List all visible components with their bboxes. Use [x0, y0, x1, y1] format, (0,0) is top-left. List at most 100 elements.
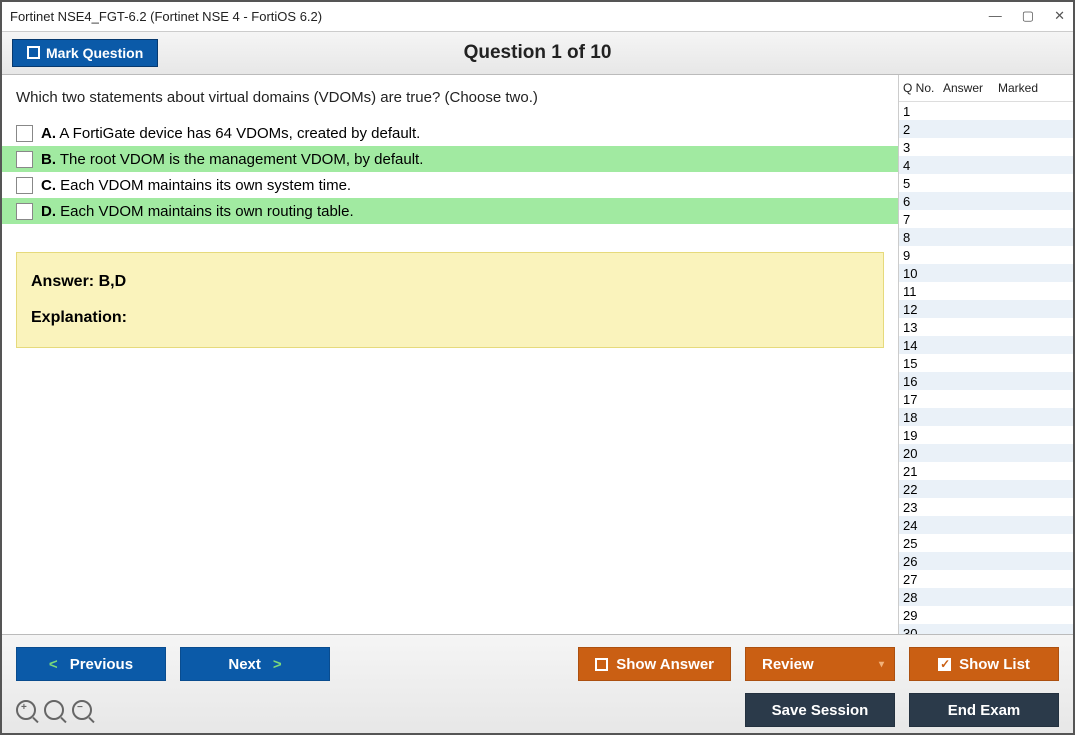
question-list-row[interactable]: 6	[899, 192, 1073, 210]
show-answer-label: Show Answer	[616, 656, 714, 673]
zoom-controls: + −	[16, 700, 92, 720]
question-number: 16	[899, 374, 939, 389]
question-list-row[interactable]: 10	[899, 264, 1073, 282]
choice-checkbox[interactable]	[16, 125, 33, 142]
previous-button[interactable]: Previous	[16, 647, 166, 681]
question-number: 24	[899, 518, 939, 533]
choice-row[interactable]: B. The root VDOM is the management VDOM,…	[2, 146, 898, 172]
question-text: Which two statements about virtual domai…	[2, 89, 898, 120]
end-exam-button[interactable]: End Exam	[909, 693, 1059, 727]
question-heading: Question 1 of 10	[2, 42, 1073, 64]
question-list[interactable]: 1234567891011121314151617181920212223242…	[899, 102, 1073, 634]
question-list-row[interactable]: 21	[899, 462, 1073, 480]
question-number: 2	[899, 122, 939, 137]
review-dropdown[interactable]: Review	[745, 647, 895, 681]
close-icon[interactable]: ✕	[1054, 8, 1065, 24]
question-list-row[interactable]: 18	[899, 408, 1073, 426]
footer: Previous Next Show Answer Review Show Li…	[2, 634, 1073, 733]
question-list-row[interactable]: 11	[899, 282, 1073, 300]
show-answer-button[interactable]: Show Answer	[578, 647, 731, 681]
minimize-icon[interactable]: —	[989, 8, 1002, 24]
explanation-label: Explanation:	[31, 309, 869, 327]
question-list-row[interactable]: 30	[899, 624, 1073, 634]
show-list-button[interactable]: Show List	[909, 647, 1059, 681]
question-number: 6	[899, 194, 939, 209]
question-number: 29	[899, 608, 939, 623]
titlebar: Fortinet NSE4_FGT-6.2 (Fortinet NSE 4 - …	[2, 2, 1073, 32]
question-list-header: Q No. Answer Marked	[899, 75, 1073, 102]
body: Which two statements about virtual domai…	[2, 75, 1073, 634]
question-number: 14	[899, 338, 939, 353]
question-list-row[interactable]: 27	[899, 570, 1073, 588]
question-list-row[interactable]: 16	[899, 372, 1073, 390]
question-list-row[interactable]: 12	[899, 300, 1073, 318]
choice-checkbox[interactable]	[16, 151, 33, 168]
chevron-right-icon	[269, 656, 282, 673]
window-controls: — ▢ ✕	[989, 8, 1065, 24]
review-label: Review	[762, 656, 814, 673]
question-list-row[interactable]: 25	[899, 534, 1073, 552]
choice-text: D. Each VDOM maintains its own routing t…	[41, 203, 354, 220]
question-list-row[interactable]: 5	[899, 174, 1073, 192]
question-number: 20	[899, 446, 939, 461]
choice-text: B. The root VDOM is the management VDOM,…	[41, 151, 423, 168]
question-list-row[interactable]: 9	[899, 246, 1073, 264]
question-list-row[interactable]: 4	[899, 156, 1073, 174]
maximize-icon[interactable]: ▢	[1022, 8, 1034, 24]
mark-question-button[interactable]: Mark Question	[12, 39, 158, 67]
app-window: Fortinet NSE4_FGT-6.2 (Fortinet NSE 4 - …	[0, 0, 1075, 735]
question-list-row[interactable]: 20	[899, 444, 1073, 462]
next-button[interactable]: Next	[180, 647, 330, 681]
question-list-row[interactable]: 23	[899, 498, 1073, 516]
chevron-left-icon	[49, 656, 62, 673]
question-number: 25	[899, 536, 939, 551]
choice-text: A. A FortiGate device has 64 VDOMs, crea…	[41, 125, 420, 142]
question-list-panel: Q No. Answer Marked 12345678910111213141…	[898, 75, 1073, 634]
question-list-row[interactable]: 22	[899, 480, 1073, 498]
question-number: 18	[899, 410, 939, 425]
question-list-row[interactable]: 14	[899, 336, 1073, 354]
zoom-icon[interactable]	[44, 700, 64, 720]
save-session-button[interactable]: Save Session	[745, 693, 895, 727]
question-number: 10	[899, 266, 939, 281]
save-session-label: Save Session	[772, 702, 869, 719]
question-list-row[interactable]: 2	[899, 120, 1073, 138]
choice-row[interactable]: C. Each VDOM maintains its own system ti…	[2, 172, 898, 198]
question-number: 5	[899, 176, 939, 191]
show-list-label: Show List	[959, 656, 1030, 673]
question-list-row[interactable]: 28	[899, 588, 1073, 606]
question-list-row[interactable]: 19	[899, 426, 1073, 444]
question-number: 13	[899, 320, 939, 335]
question-number: 3	[899, 140, 939, 155]
main-pane: Which two statements about virtual domai…	[2, 75, 898, 634]
question-list-row[interactable]: 7	[899, 210, 1073, 228]
question-list-row[interactable]: 1	[899, 102, 1073, 120]
question-number: 21	[899, 464, 939, 479]
question-list-row[interactable]: 8	[899, 228, 1073, 246]
question-number: 27	[899, 572, 939, 587]
question-number: 17	[899, 392, 939, 407]
next-label: Next	[228, 656, 261, 673]
mark-question-label: Mark Question	[46, 45, 143, 61]
question-number: 22	[899, 482, 939, 497]
question-number: 23	[899, 500, 939, 515]
question-list-row[interactable]: 3	[899, 138, 1073, 156]
question-number: 28	[899, 590, 939, 605]
choice-row[interactable]: D. Each VDOM maintains its own routing t…	[2, 198, 898, 224]
choice-checkbox[interactable]	[16, 177, 33, 194]
question-list-row[interactable]: 29	[899, 606, 1073, 624]
question-list-row[interactable]: 15	[899, 354, 1073, 372]
choice-checkbox[interactable]	[16, 203, 33, 220]
question-list-row[interactable]: 13	[899, 318, 1073, 336]
zoom-out-icon[interactable]: −	[72, 700, 92, 720]
toolbar: Mark Question Question 1 of 10	[2, 32, 1073, 75]
question-list-row[interactable]: 24	[899, 516, 1073, 534]
question-number: 8	[899, 230, 939, 245]
zoom-in-icon[interactable]: +	[16, 700, 36, 720]
question-number: 4	[899, 158, 939, 173]
question-list-row[interactable]: 17	[899, 390, 1073, 408]
mark-question-checkbox-icon	[27, 46, 40, 59]
question-list-row[interactable]: 26	[899, 552, 1073, 570]
previous-label: Previous	[70, 656, 133, 673]
choice-row[interactable]: A. A FortiGate device has 64 VDOMs, crea…	[2, 120, 898, 146]
